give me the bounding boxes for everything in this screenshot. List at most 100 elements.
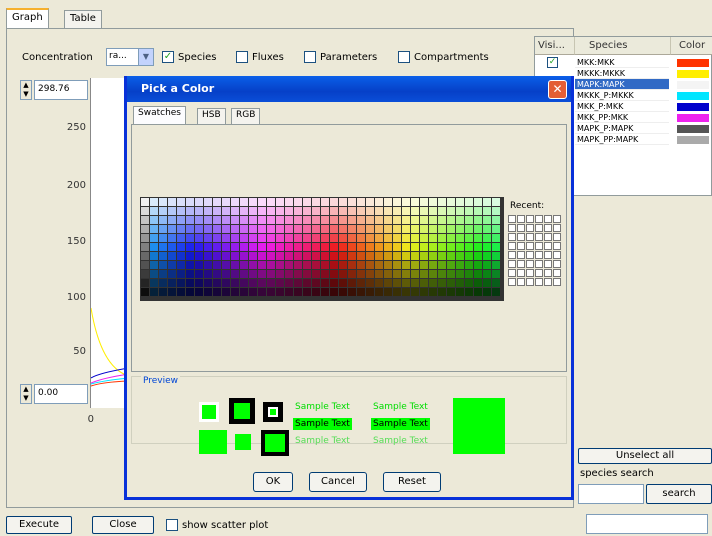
swatch-cell[interactable] bbox=[303, 279, 311, 287]
recent-swatch-cell[interactable] bbox=[544, 215, 552, 223]
close-button[interactable]: Close bbox=[92, 516, 154, 534]
swatch-cell[interactable] bbox=[285, 225, 293, 233]
swatch-cell[interactable] bbox=[231, 225, 239, 233]
swatch-cell[interactable] bbox=[330, 198, 338, 206]
swatch-cell[interactable] bbox=[258, 288, 266, 296]
swatch-cell[interactable] bbox=[222, 216, 230, 224]
min-value-spinner-button[interactable]: ▲ ▼ bbox=[20, 384, 32, 404]
swatch-cell[interactable] bbox=[465, 279, 473, 287]
swatch-cell[interactable] bbox=[339, 270, 347, 278]
swatch-cell[interactable] bbox=[276, 252, 284, 260]
swatch-cell[interactable] bbox=[240, 198, 248, 206]
swatch-cell[interactable] bbox=[438, 252, 446, 260]
swatch-cell[interactable] bbox=[276, 207, 284, 215]
cancel-button[interactable]: Cancel bbox=[309, 472, 367, 492]
swatch-cell[interactable] bbox=[429, 261, 437, 269]
swatch-cell[interactable] bbox=[420, 279, 428, 287]
swatch-cell[interactable] bbox=[456, 288, 464, 296]
swatch-cell[interactable] bbox=[294, 270, 302, 278]
recent-swatch-cell[interactable] bbox=[535, 251, 543, 259]
swatch-cell[interactable] bbox=[483, 198, 491, 206]
swatch-cell[interactable] bbox=[141, 234, 149, 242]
swatch-cell[interactable] bbox=[177, 279, 185, 287]
swatch-cell[interactable] bbox=[240, 288, 248, 296]
swatch-cell[interactable] bbox=[366, 279, 374, 287]
species-color-swatch[interactable] bbox=[677, 81, 709, 89]
swatch-cell[interactable] bbox=[186, 270, 194, 278]
swatch-cell[interactable] bbox=[429, 279, 437, 287]
swatch-cell[interactable] bbox=[438, 216, 446, 224]
swatch-cell[interactable] bbox=[339, 279, 347, 287]
swatch-cell[interactable] bbox=[177, 288, 185, 296]
swatch-cell[interactable] bbox=[339, 243, 347, 251]
swatch-cell[interactable] bbox=[177, 261, 185, 269]
swatch-cell[interactable] bbox=[429, 243, 437, 251]
swatch-cell[interactable] bbox=[438, 270, 446, 278]
swatch-cell[interactable] bbox=[150, 252, 158, 260]
swatch-cell[interactable] bbox=[375, 225, 383, 233]
swatch-cell[interactable] bbox=[249, 207, 257, 215]
swatch-cell[interactable] bbox=[330, 225, 338, 233]
recent-swatch-cell[interactable] bbox=[508, 278, 516, 286]
swatch-cell[interactable] bbox=[465, 234, 473, 242]
swatch-cell[interactable] bbox=[474, 252, 482, 260]
swatch-cell[interactable] bbox=[186, 261, 194, 269]
recent-swatch-cell[interactable] bbox=[535, 215, 543, 223]
swatch-cell[interactable] bbox=[492, 225, 500, 233]
swatch-cell[interactable] bbox=[447, 279, 455, 287]
swatch-cell[interactable] bbox=[321, 207, 329, 215]
swatch-cell[interactable] bbox=[483, 216, 491, 224]
swatch-cell[interactable] bbox=[168, 234, 176, 242]
swatch-cell[interactable] bbox=[402, 288, 410, 296]
swatch-cell[interactable] bbox=[294, 225, 302, 233]
swatch-cell[interactable] bbox=[285, 261, 293, 269]
swatch-cell[interactable] bbox=[168, 288, 176, 296]
species-color-swatch[interactable] bbox=[677, 125, 709, 133]
swatch-cell[interactable] bbox=[456, 243, 464, 251]
max-value-spinner-button[interactable]: ▲ ▼ bbox=[20, 80, 32, 100]
swatch-cell[interactable] bbox=[483, 288, 491, 296]
swatch-cell[interactable] bbox=[420, 243, 428, 251]
min-value-input[interactable]: 0.00 bbox=[34, 384, 88, 404]
swatch-cell[interactable] bbox=[312, 243, 320, 251]
swatch-cell[interactable] bbox=[168, 243, 176, 251]
swatch-cell[interactable] bbox=[285, 198, 293, 206]
swatch-cell[interactable] bbox=[195, 270, 203, 278]
swatch-cell[interactable] bbox=[465, 252, 473, 260]
swatch-cell[interactable] bbox=[150, 270, 158, 278]
swatch-cell[interactable] bbox=[195, 225, 203, 233]
swatch-cell[interactable] bbox=[384, 288, 392, 296]
dialog-title-bar[interactable]: Pick a Color bbox=[127, 76, 571, 102]
swatch-cell[interactable] bbox=[276, 288, 284, 296]
swatch-cell[interactable] bbox=[294, 243, 302, 251]
swatch-cell[interactable] bbox=[222, 234, 230, 242]
recent-swatch-cell[interactable] bbox=[526, 278, 534, 286]
swatch-cell[interactable] bbox=[456, 261, 464, 269]
swatch-cell[interactable] bbox=[294, 198, 302, 206]
swatch-cell[interactable] bbox=[384, 198, 392, 206]
swatch-cell[interactable] bbox=[357, 252, 365, 260]
swatch-cell[interactable] bbox=[447, 225, 455, 233]
swatch-cell[interactable] bbox=[267, 288, 275, 296]
swatch-cell[interactable] bbox=[177, 270, 185, 278]
swatch-cell[interactable] bbox=[285, 288, 293, 296]
swatch-cell[interactable] bbox=[366, 225, 374, 233]
swatch-cell[interactable] bbox=[411, 225, 419, 233]
swatch-cell[interactable] bbox=[159, 225, 167, 233]
swatch-cell[interactable] bbox=[141, 261, 149, 269]
swatch-cell[interactable] bbox=[330, 279, 338, 287]
swatch-cell[interactable] bbox=[420, 234, 428, 242]
swatch-cell[interactable] bbox=[141, 225, 149, 233]
swatch-cell[interactable] bbox=[186, 288, 194, 296]
swatch-cell[interactable] bbox=[294, 207, 302, 215]
recent-swatch-cell[interactable] bbox=[544, 278, 552, 286]
swatch-cell[interactable] bbox=[420, 252, 428, 260]
swatch-cell[interactable] bbox=[258, 234, 266, 242]
swatch-cell[interactable] bbox=[285, 234, 293, 242]
compartments-checkbox[interactable] bbox=[398, 51, 410, 63]
swatch-cell[interactable] bbox=[240, 225, 248, 233]
swatch-cell[interactable] bbox=[375, 216, 383, 224]
swatch-cell[interactable] bbox=[402, 198, 410, 206]
swatch-cell[interactable] bbox=[330, 261, 338, 269]
swatch-cell[interactable] bbox=[267, 216, 275, 224]
